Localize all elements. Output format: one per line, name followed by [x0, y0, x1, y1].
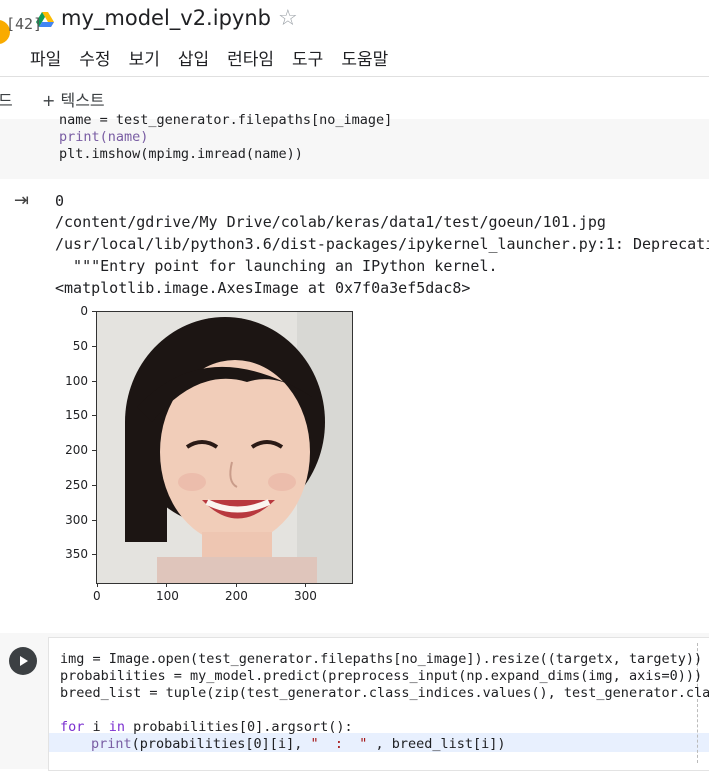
- y-tick-label: 200: [65, 443, 88, 457]
- y-tick-mark: [92, 520, 96, 521]
- code-token: , breed_list[i]): [367, 736, 506, 752]
- output-line: <matplotlib.image.AxesImage at 0x7f0a3ef…: [55, 279, 471, 297]
- y-tick-label: 50: [72, 339, 88, 353]
- x-tick-mark: [305, 583, 306, 587]
- code-line[interactable]: print(probabilities[0][i], " : " , breed…: [91, 736, 506, 752]
- x-tick-mark: [166, 583, 167, 587]
- output-line: """Entry point for launching an IPython …: [55, 257, 498, 275]
- x-tick-label: 300: [294, 589, 317, 603]
- y-tick-mark: [92, 450, 96, 451]
- star-icon[interactable]: ☆: [278, 6, 298, 31]
- y-tick-label: 250: [65, 478, 88, 492]
- code-token: " : ": [310, 736, 368, 752]
- code-line[interactable]: for i in probabilities[0].argsort():: [60, 719, 353, 735]
- run-cell-button[interactable]: [9, 647, 37, 675]
- output-icon[interactable]: ⇥: [14, 190, 29, 211]
- x-tick-label: 200: [225, 589, 248, 603]
- x-tick-mark: [97, 583, 98, 587]
- code-line[interactable]: img = Image.open(test_generator.filepath…: [60, 651, 702, 667]
- code-token: (probabilities[0][i],: [131, 736, 311, 752]
- code-token: probabilities[0].argsort():: [125, 719, 353, 735]
- y-tick-label: 150: [65, 408, 88, 422]
- menu-edit[interactable]: 수정: [79, 45, 110, 70]
- menu-bar: 파일 수정 보기 삽입 런타임 도구 도움말: [30, 45, 406, 70]
- code-line[interactable]: plt.imshow(mpimg.imread(name)): [59, 146, 303, 162]
- y-tick-mark: [92, 311, 96, 312]
- code-token: print(name): [59, 129, 149, 145]
- y-tick-mark: [92, 415, 96, 416]
- menu-help[interactable]: 도움말: [341, 45, 388, 70]
- y-tick-mark: [92, 554, 96, 555]
- x-tick-mark: [236, 583, 237, 587]
- x-tick-label: 0: [93, 589, 101, 603]
- y-tick-label: 100: [65, 374, 88, 388]
- code-line[interactable]: probabilities = my_model.predict(preproc…: [60, 668, 702, 684]
- play-icon: [20, 656, 28, 666]
- code-token: i: [84, 719, 109, 735]
- code-line[interactable]: name = test_generator.filepaths[no_image…: [59, 112, 392, 128]
- y-tick-label: 350: [65, 547, 88, 561]
- output-line: /content/gdrive/My Drive/colab/keras/dat…: [55, 213, 606, 231]
- execution-count: [42]: [6, 15, 43, 33]
- add-text-button[interactable]: + 텍스트: [42, 87, 105, 111]
- menu-view[interactable]: 보기: [129, 45, 160, 70]
- menu-runtime[interactable]: 런타임: [227, 45, 274, 70]
- menu-tools[interactable]: 도구: [292, 45, 323, 70]
- output-line: /usr/local/lib/python3.6/dist-packages/i…: [55, 235, 709, 253]
- x-tick-label: 100: [156, 589, 179, 603]
- output-line: 0: [55, 192, 65, 210]
- notebook-title[interactable]: my_model_v2.ipynb: [61, 6, 271, 30]
- menu-file[interactable]: 파일: [30, 45, 61, 70]
- y-tick-mark: [92, 381, 96, 382]
- code-token: for: [60, 719, 85, 735]
- y-tick-label: 300: [65, 513, 88, 527]
- code-line[interactable]: print(name): [59, 129, 148, 145]
- y-tick-label: 0: [80, 304, 88, 318]
- add-code-button[interactable]: 드: [0, 87, 13, 111]
- portrait-image: [97, 312, 352, 583]
- code-token: in: [108, 719, 126, 735]
- y-tick-mark: [92, 485, 96, 486]
- imshow-plot: [96, 311, 353, 584]
- code-token: print: [91, 736, 132, 752]
- code-line[interactable]: breed_list = tuple(zip(test_generator.cl…: [60, 685, 709, 701]
- menu-insert[interactable]: 삽입: [178, 45, 209, 70]
- y-tick-mark: [92, 346, 96, 347]
